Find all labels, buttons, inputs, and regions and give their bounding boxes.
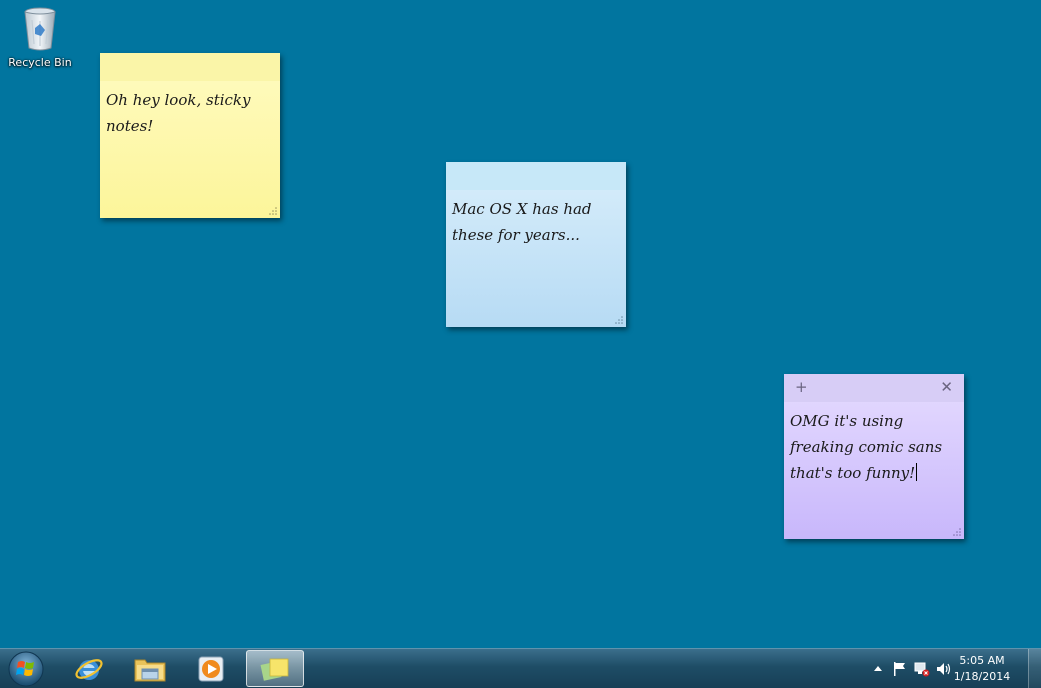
sticky-note-blue[interactable]: Mac OS X has had these for years...	[446, 162, 626, 327]
new-note-button[interactable]: +	[795, 378, 808, 396]
resize-grip-icon[interactable]	[615, 316, 623, 324]
sticky-notes-icon	[260, 658, 289, 681]
action-center-flag-icon[interactable]	[891, 660, 909, 678]
taskbar-clock[interactable]: 5:05 AM 1/18/2014	[947, 653, 1017, 685]
start-button[interactable]	[4, 650, 48, 688]
sticky-note-yellow[interactable]: Oh hey look, sticky notes!	[100, 53, 280, 218]
recycle-bin-shortcut[interactable]: Recycle Bin	[6, 6, 74, 69]
show-hidden-icons-arrow[interactable]	[869, 660, 887, 678]
note-header[interactable]	[100, 53, 280, 81]
note-text[interactable]: OMG it's using freaking comic sans that'…	[790, 412, 942, 482]
media-player-icon	[198, 656, 224, 681]
sticky-note-purple[interactable]: + ✕ OMG it's using freaking comic sans t…	[784, 374, 964, 539]
recycle-bin-icon	[24, 7, 56, 51]
desktop: Recycle Bin Oh hey look, sticky notes! M…	[0, 0, 1041, 648]
show-desktop-button[interactable]	[1028, 649, 1041, 688]
note-text[interactable]: Oh hey look, sticky notes!	[100, 81, 280, 139]
text-caret	[916, 463, 918, 481]
taskbar-sticky-notes[interactable]	[246, 650, 304, 687]
note-header[interactable]	[446, 162, 626, 190]
resize-grip-icon[interactable]	[269, 207, 277, 215]
clock-date: 1/18/2014	[953, 670, 1011, 683]
taskbar-media-player[interactable]	[182, 650, 240, 687]
windows-explorer-icon	[134, 659, 166, 681]
network-icon[interactable]	[913, 660, 931, 678]
taskbar-windows-explorer[interactable]	[121, 650, 179, 687]
delete-note-button[interactable]: ✕	[940, 378, 953, 396]
note-text-editing[interactable]: OMG it's using freaking comic sans that'…	[784, 402, 964, 486]
start-orb-icon	[8, 651, 44, 687]
taskbar-internet-explorer[interactable]	[60, 650, 118, 687]
recycle-bin-label: Recycle Bin	[8, 56, 72, 69]
internet-explorer-icon	[75, 658, 103, 680]
note-header[interactable]: + ✕	[784, 374, 964, 402]
note-text[interactable]: Mac OS X has had these for years...	[446, 190, 626, 248]
taskbar: 5:05 AM 1/18/2014	[0, 648, 1041, 688]
clock-time: 5:05 AM	[959, 654, 1005, 667]
resize-grip-icon[interactable]	[953, 528, 961, 536]
system-tray: 5:05 AM 1/18/2014	[851, 649, 1041, 688]
